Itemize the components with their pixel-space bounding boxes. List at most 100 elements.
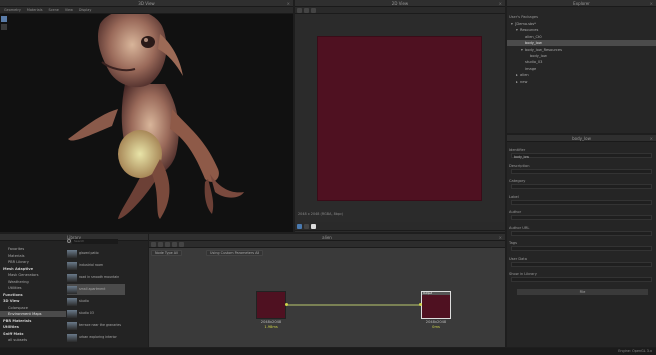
explorer-item[interactable]: ▾ Resources (507, 27, 656, 33)
library-item-label: road in smooth mountain (79, 274, 120, 279)
library-category[interactable]: Environment Maps (0, 311, 66, 317)
library-search-input[interactable]: Search (72, 239, 118, 244)
property-value (512, 186, 514, 190)
library-category[interactable]: Colorspace (0, 305, 66, 311)
explorer-item[interactable]: image (507, 66, 656, 72)
library-item-label: small apartment (79, 286, 106, 291)
node-b-header: Output (422, 292, 450, 295)
node-b-time: 0ms (432, 325, 440, 329)
texture-preview[interactable] (317, 36, 482, 201)
close-icon[interactable]: × (287, 0, 290, 7)
library-category[interactable]: Favorites (0, 246, 66, 252)
library-category[interactable]: Materials (0, 253, 66, 259)
library-item[interactable]: studio (67, 296, 125, 307)
environment-thumbnail (67, 249, 77, 258)
pin-icon[interactable] (297, 7, 302, 13)
library-item[interactable]: industrial room (67, 260, 125, 271)
explorer-item[interactable]: body_low (507, 40, 656, 47)
library-item-label: terrace near the granaries (79, 322, 122, 327)
explorer-item-label: image (525, 66, 537, 71)
close-icon[interactable]: × (499, 0, 502, 7)
search-icon[interactable] (67, 239, 71, 243)
menu-view[interactable]: View (63, 8, 75, 12)
explorer-item[interactable]: body_low (507, 53, 656, 59)
library-item[interactable]: studio 03 (67, 308, 125, 319)
library-item[interactable]: small apartment (67, 284, 125, 295)
view2d-panel: 2D View × 2048 x 2048 (RGBA, 8bpc) (295, 0, 505, 232)
environment-thumbnail (67, 273, 77, 282)
file-button[interactable]: File (517, 289, 648, 295)
library-category[interactable]: PBR Materials (0, 318, 66, 324)
explorer-item[interactable]: studio_03 (507, 59, 656, 65)
close-icon[interactable]: × (650, 0, 653, 7)
property-field[interactable] (511, 215, 652, 220)
explorer-item[interactable]: ▾ body_low_Resources (507, 47, 656, 53)
library-item-label: studio 03 (79, 310, 94, 315)
library-panel: Library Search Favorites Materials PBR Lib… (0, 234, 148, 347)
view2d-titlebar: 2D View × (295, 0, 505, 7)
search-placeholder: Search (74, 239, 85, 243)
view2d-title: 2D View (391, 1, 409, 6)
library-item-label: glazed patio (79, 250, 99, 255)
environment-thumbnail (67, 297, 77, 306)
library-category[interactable]: Mask Generators (0, 272, 66, 278)
view3d-toolbar: Geometry Materials Scene View Display (0, 7, 293, 14)
explorer-item[interactable]: ▸ alien (507, 72, 656, 78)
property-field[interactable] (511, 277, 652, 282)
property-field[interactable] (511, 199, 652, 205)
library-category[interactable]: Utilities (0, 285, 66, 291)
property-field[interactable] (511, 168, 652, 175)
library-category[interactable]: all subsets (0, 337, 66, 343)
node-input-port[interactable] (419, 303, 422, 306)
library-category[interactable]: 3D View (0, 298, 66, 304)
library-item[interactable]: road in smooth mountain (67, 272, 125, 283)
property-field[interactable] (511, 246, 652, 251)
graph-node-output[interactable]: Output (421, 291, 451, 319)
node-a-size: 2048x2048 (260, 320, 282, 324)
explorer-item[interactable]: alien_Ct0 (507, 34, 656, 40)
explorer-item-label: body_low_Resources (525, 47, 562, 52)
property-field[interactable]: body_low (511, 153, 652, 159)
library-item-label: studio (79, 298, 89, 303)
fit-icon[interactable] (297, 223, 302, 229)
zoom-out-icon[interactable] (311, 223, 316, 229)
channels-icon[interactable] (304, 7, 309, 13)
explorer-item-label: body_low (525, 41, 542, 46)
menu-materials[interactable]: Materials (25, 8, 45, 12)
zoom-icon[interactable] (311, 7, 316, 13)
library-category[interactable]: Utilities (0, 324, 66, 330)
zoom-in-icon[interactable] (304, 223, 309, 229)
property-value (512, 233, 514, 237)
library-category[interactable]: PBR Library (0, 259, 66, 265)
node-output-port[interactable] (285, 303, 288, 306)
view3d-panel: 3D View × Geometry Materials Scene View D… (0, 0, 293, 232)
property-value (512, 171, 514, 175)
explorer-item-label: [Demo.sbs* (515, 22, 536, 26)
explorer-titlebar: Explorer × (507, 0, 656, 7)
view2d-toolbar (295, 7, 505, 14)
close-icon[interactable]: × (650, 135, 653, 142)
property-field[interactable] (511, 261, 652, 267)
library-item[interactable]: urban exploring interior (67, 332, 125, 343)
property-field[interactable] (511, 230, 652, 237)
property-value: body_low (514, 155, 529, 159)
properties-title: body_low (572, 136, 591, 141)
menu-display[interactable]: Display (77, 8, 94, 12)
library-category[interactable]: Sniff Matx (0, 331, 66, 337)
menu-geometry[interactable]: Geometry (2, 8, 23, 12)
creature-model[interactable] (0, 14, 293, 232)
explorer-item[interactable]: ▾ [Demo.sbs* (507, 21, 656, 27)
menu-scene[interactable]: Scene (46, 8, 60, 12)
property-field[interactable] (511, 184, 652, 189)
explorer-section-title: User's Packages (509, 15, 538, 19)
resolution-label: 2048 x 2048 (RGBA, 8bpc) (298, 212, 344, 216)
explorer-item[interactable]: ▸ new (507, 79, 656, 85)
library-item[interactable]: glazed patio (67, 248, 125, 259)
library-category[interactable]: Functions (0, 292, 66, 298)
library-item[interactable]: terrace near the granaries (67, 320, 125, 331)
graph-node-texture[interactable] (256, 291, 286, 319)
library-category[interactable]: Weathering (0, 279, 66, 285)
environment-thumbnail (67, 309, 77, 318)
explorer-item-label: alien_Ct0 (525, 34, 542, 39)
library-category[interactable]: Mesh Adaptive (0, 266, 66, 272)
